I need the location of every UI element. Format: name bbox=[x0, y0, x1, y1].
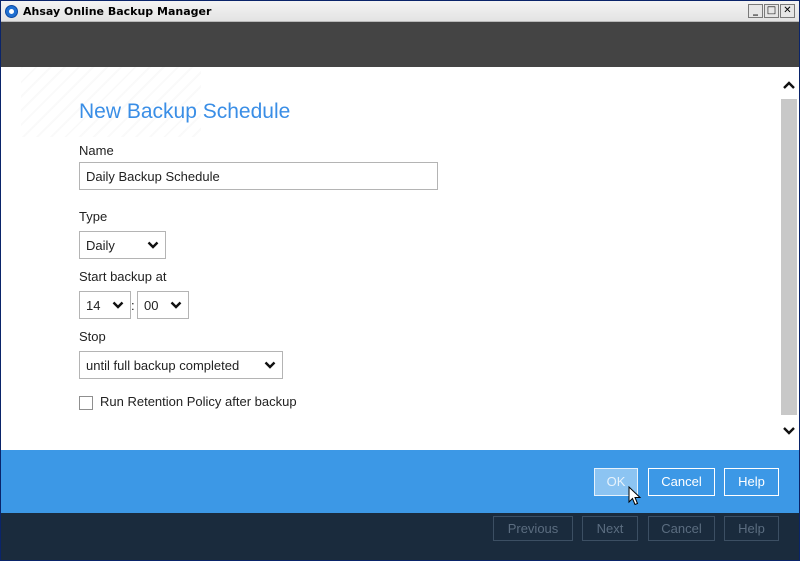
chevron-down-icon bbox=[147, 241, 159, 249]
scroll-down-icon[interactable] bbox=[780, 421, 798, 439]
minimize-button[interactable]: _ bbox=[748, 4, 763, 18]
next-button[interactable]: Next bbox=[582, 516, 638, 541]
wizard-footer: Previous Next Cancel Help bbox=[1, 513, 799, 560]
help-button[interactable]: Help bbox=[724, 468, 779, 496]
app-window: Ahsay Online Backup Manager _ □ ✕ New Ba… bbox=[0, 0, 800, 561]
type-select-value: Daily bbox=[86, 238, 115, 253]
mouse-pointer-icon bbox=[628, 486, 642, 506]
scroll-thumb[interactable] bbox=[781, 99, 797, 415]
header-band bbox=[1, 22, 799, 67]
time-separator: : bbox=[131, 298, 135, 313]
vertical-scrollbar[interactable] bbox=[780, 77, 798, 450]
stop-select-value: until full backup completed bbox=[86, 358, 240, 373]
stop-select[interactable]: until full backup completed bbox=[79, 351, 283, 379]
close-button[interactable]: ✕ bbox=[780, 4, 795, 18]
type-label: Type bbox=[79, 209, 108, 224]
retention-policy-checkbox[interactable] bbox=[79, 396, 93, 410]
retention-policy-label[interactable]: Run Retention Policy after backup bbox=[100, 394, 297, 409]
cancel-button[interactable]: Cancel bbox=[648, 468, 715, 496]
chevron-down-icon bbox=[264, 361, 276, 369]
type-select[interactable]: Daily bbox=[79, 231, 166, 259]
name-label: Name bbox=[79, 143, 114, 158]
footer-cancel-button[interactable]: Cancel bbox=[648, 516, 715, 541]
start-hour-value: 14 bbox=[86, 298, 101, 313]
scroll-up-icon[interactable] bbox=[780, 77, 798, 95]
page-title: New Backup Schedule bbox=[79, 100, 291, 123]
start-hour-select[interactable]: 14 bbox=[79, 291, 131, 319]
window-controls: _ □ ✕ bbox=[748, 4, 795, 18]
schedule-form-panel: New Backup Schedule Name Daily Backup Sc… bbox=[1, 67, 799, 450]
start-minute-value: 00 bbox=[144, 298, 159, 313]
previous-button[interactable]: Previous bbox=[493, 516, 573, 541]
window-title: Ahsay Online Backup Manager bbox=[23, 5, 212, 18]
name-field[interactable]: Daily Backup Schedule bbox=[79, 162, 438, 190]
chevron-down-icon bbox=[170, 301, 182, 309]
dialog-action-bar: OK Cancel Help bbox=[1, 450, 799, 513]
chevron-down-icon bbox=[112, 301, 124, 309]
start-backup-label: Start backup at bbox=[79, 269, 167, 284]
stop-label: Stop bbox=[79, 329, 106, 344]
maximize-button[interactable]: □ bbox=[764, 4, 779, 18]
app-logo-icon bbox=[5, 5, 18, 18]
title-bar[interactable]: Ahsay Online Backup Manager _ □ ✕ bbox=[1, 1, 799, 22]
footer-help-button[interactable]: Help bbox=[724, 516, 779, 541]
start-minute-select[interactable]: 00 bbox=[137, 291, 189, 319]
